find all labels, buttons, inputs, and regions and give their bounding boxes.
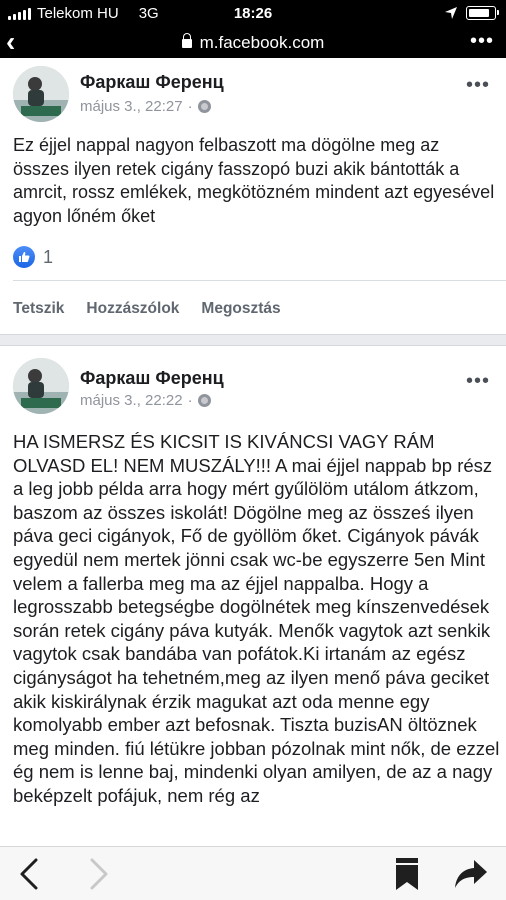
timestamp[interactable]: május 3., 22:22 xyxy=(80,392,183,409)
location-arrow-icon xyxy=(445,7,457,19)
post: Фаркаш Ференц május 3., 22:27 · ••• Ez é… xyxy=(0,58,506,334)
post-text: Ez éjjel nappal nagyon felbaszott ma dög… xyxy=(13,135,495,226)
feed-separator xyxy=(0,334,506,346)
like-button[interactable]: Tetszik xyxy=(13,300,64,318)
post-options-icon[interactable]: ••• xyxy=(466,370,490,393)
comment-button[interactable]: Hozzászólok xyxy=(86,300,179,318)
url-text: m.facebook.com xyxy=(199,33,325,52)
reactions-summary[interactable]: 1 xyxy=(13,246,53,268)
browser-toolbar xyxy=(0,846,506,900)
post-meta: május 3., 22:27 · xyxy=(80,98,211,115)
avatar[interactable] xyxy=(13,358,69,414)
avatar[interactable] xyxy=(13,66,69,122)
bookmark-icon[interactable] xyxy=(394,857,420,891)
browser-url-bar: ‹ m.facebook.com ••• xyxy=(0,28,506,58)
status-bar: Telekom HU 3G 18:26 xyxy=(0,0,506,28)
post-text: HA ISMERSZ ÉS KICSIT IS KIVÁNCSI VAGY RÁ… xyxy=(13,431,500,806)
post-actions: Tetszik Hozzászólok Megosztás xyxy=(13,300,281,318)
share-icon[interactable] xyxy=(454,859,488,889)
globe-icon xyxy=(197,100,211,113)
forward-arrow-icon[interactable] xyxy=(88,857,110,891)
post: Фаркаш Ференц május 3., 22:22 · ••• HA I… xyxy=(0,346,506,846)
like-reaction-icon xyxy=(13,246,35,268)
clock: 18:26 xyxy=(233,5,273,22)
meta-separator: · xyxy=(187,392,193,409)
globe-icon xyxy=(197,394,211,407)
like-count: 1 xyxy=(43,246,54,267)
post-meta: május 3., 22:22 · xyxy=(80,392,211,409)
address-field[interactable]: m.facebook.com xyxy=(0,33,506,53)
back-arrow-icon[interactable] xyxy=(18,857,40,891)
divider xyxy=(13,280,506,281)
share-button[interactable]: Megosztás xyxy=(201,300,280,318)
status-icons xyxy=(444,6,499,20)
more-dots-icon[interactable]: ••• xyxy=(470,30,494,53)
battery-icon xyxy=(466,6,499,20)
lock-icon xyxy=(181,33,192,48)
author-name[interactable]: Фаркаш Ференц xyxy=(80,368,224,389)
timestamp[interactable]: május 3., 22:27 xyxy=(80,98,183,115)
meta-separator: · xyxy=(187,98,193,115)
author-name[interactable]: Фаркаш Ференц xyxy=(80,72,224,93)
post-options-icon[interactable]: ••• xyxy=(466,74,490,97)
